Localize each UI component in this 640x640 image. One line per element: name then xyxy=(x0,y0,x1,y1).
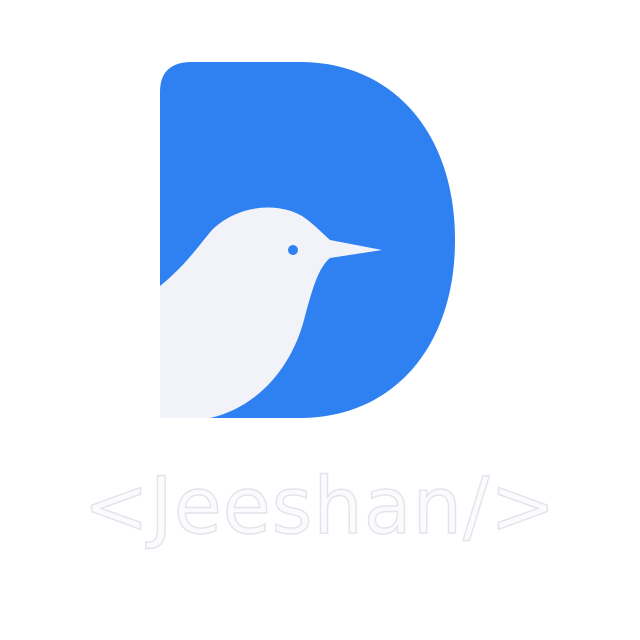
bird-eye xyxy=(288,245,298,255)
brand-wordmark: <Jeeshan/> xyxy=(83,461,557,552)
logo-canvas: <Jeeshan/> xyxy=(0,0,640,640)
